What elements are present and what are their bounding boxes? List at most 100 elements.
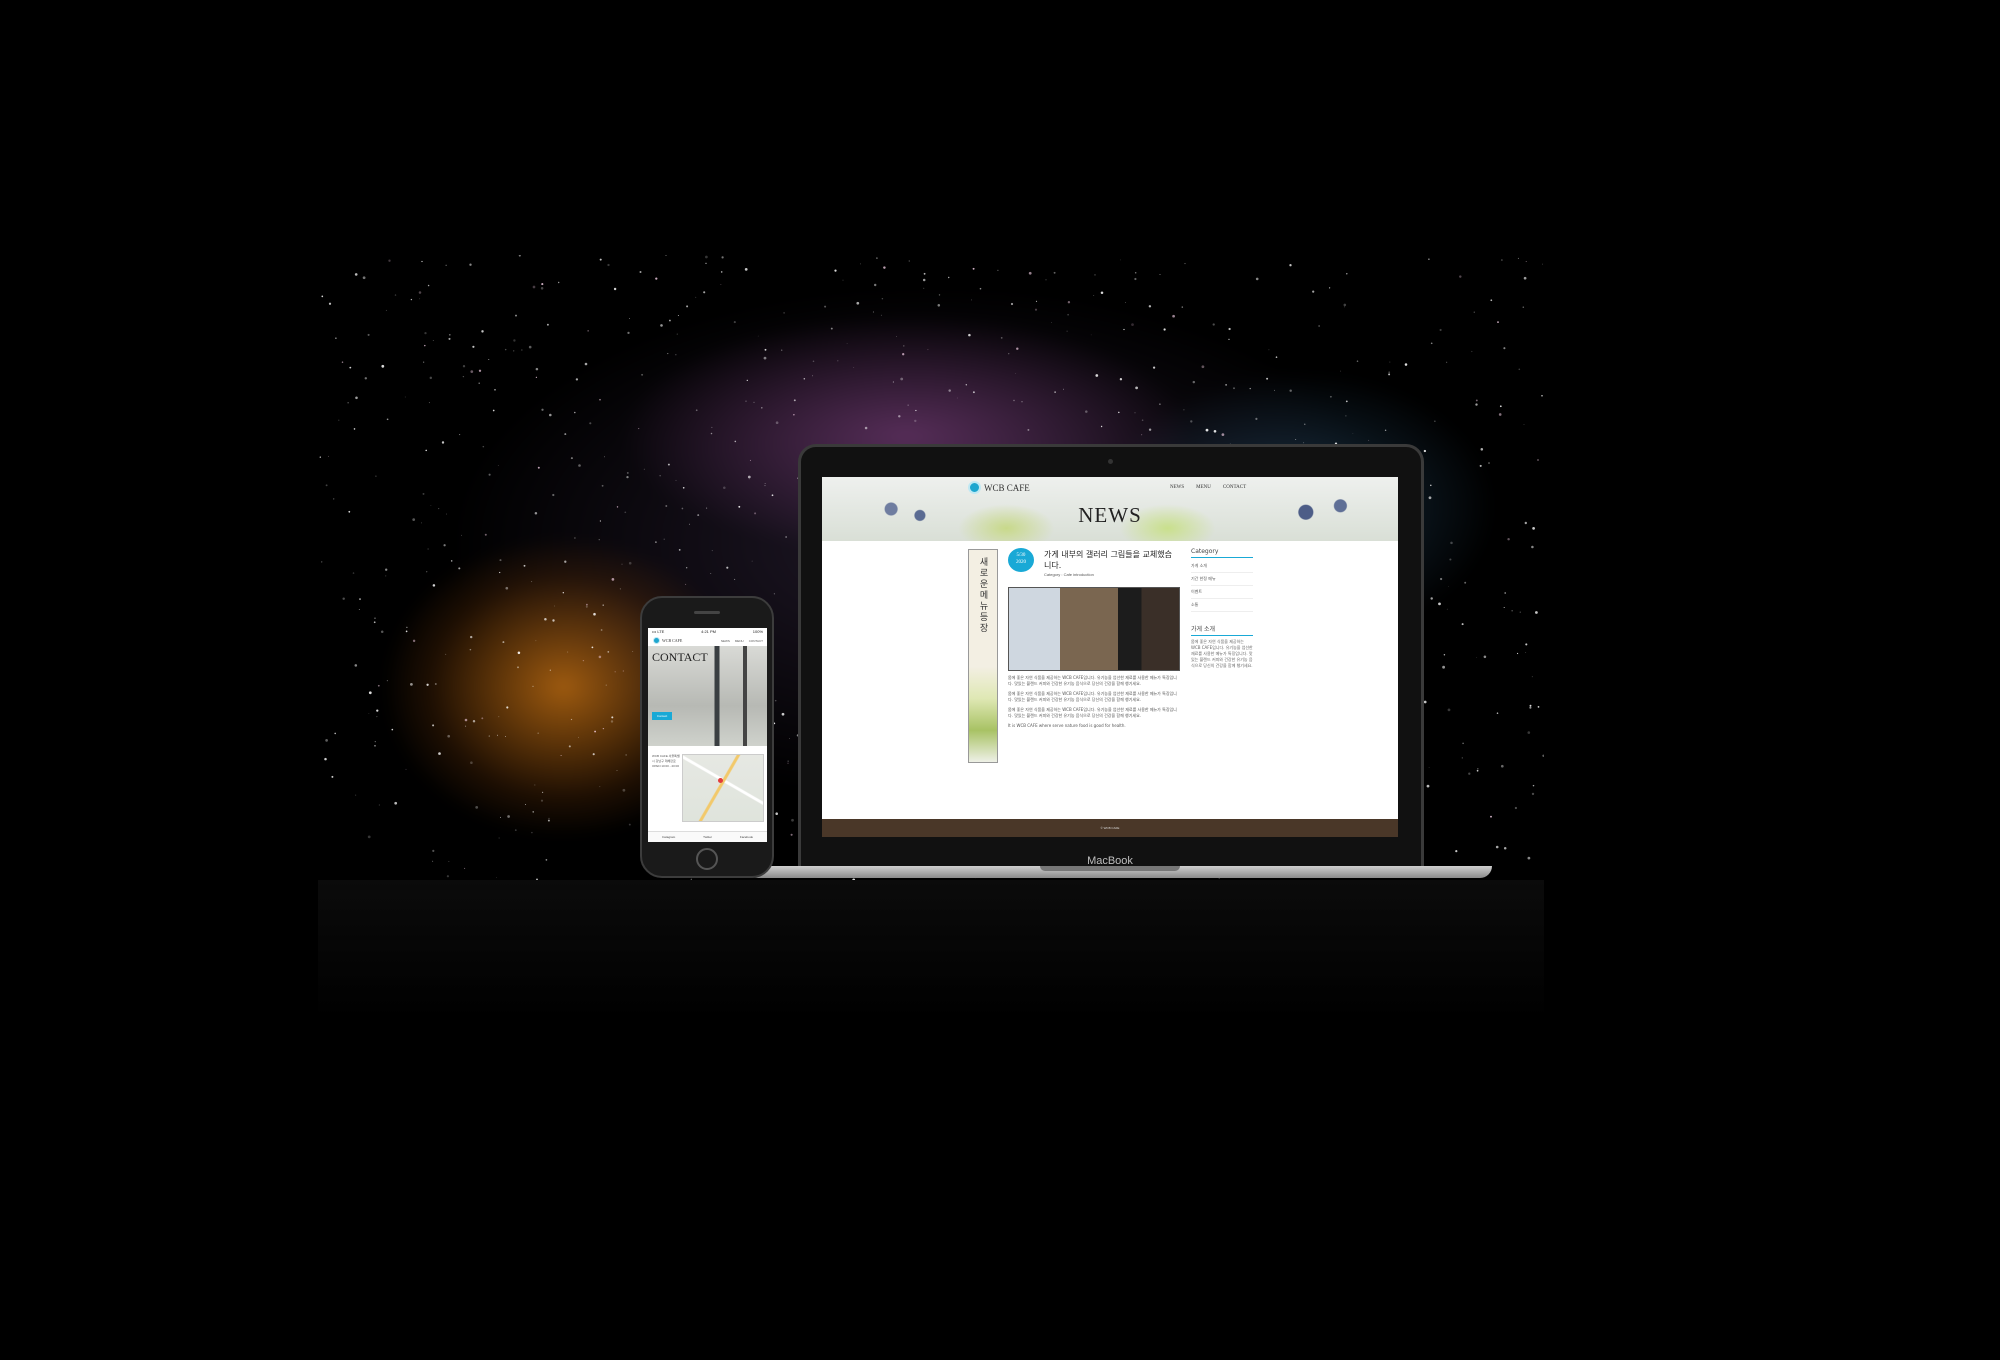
star: [783, 312, 785, 314]
nav-contact[interactable]: CONTACT: [1223, 485, 1246, 490]
link-instagram[interactable]: Instagram: [662, 835, 675, 839]
star: [619, 588, 622, 590]
site-logo[interactable]: WCB CAFE: [968, 481, 1030, 494]
star: [448, 337, 451, 340]
star: [1447, 708, 1451, 712]
phone-header: WCB CAFE NEWS MENU CONTACT: [648, 636, 767, 646]
sidebar-item-limited-menu[interactable]: 기간 한정 메뉴: [1191, 573, 1253, 586]
star: [1523, 424, 1525, 425]
star: [381, 364, 385, 368]
star: [881, 297, 884, 300]
star: [494, 388, 496, 391]
star: [1368, 439, 1370, 441]
star: [1473, 311, 1475, 313]
star: [347, 402, 349, 404]
star: [497, 465, 499, 467]
star: [1471, 350, 1473, 353]
battery-indicator: 100%: [752, 629, 763, 634]
star: [1495, 845, 1499, 849]
star: [432, 724, 435, 727]
star: [1503, 347, 1506, 350]
nav-menu[interactable]: MENU: [1196, 485, 1211, 490]
nav-news[interactable]: NEWS: [1170, 485, 1184, 490]
star: [593, 612, 596, 616]
star: [552, 493, 555, 497]
phone-nav-contact[interactable]: CONTACT: [749, 639, 763, 643]
star: [1476, 657, 1478, 659]
star: [972, 391, 975, 394]
star: [663, 538, 665, 540]
star: [532, 685, 534, 688]
star: [781, 349, 783, 351]
hero-banner: WCB CAFE NEWS MENU CONTACT NEWS: [822, 477, 1398, 541]
star: [853, 367, 855, 368]
post-body: 몸에 좋은 자연 식품을 제공하는 WCB CAFE입니다. 유기농을 엄선한 …: [1008, 675, 1178, 733]
new-menu-banner[interactable]: 새로운 메뉴 등장: [968, 549, 998, 763]
star: [834, 269, 837, 272]
star: [465, 725, 467, 727]
star: [1312, 290, 1315, 293]
star: [591, 646, 594, 649]
phone-nav-menu[interactable]: MENU: [735, 639, 744, 643]
star: [947, 276, 950, 279]
sidebar-category-title: Category: [1191, 548, 1253, 558]
phone-logo[interactable]: WCB CAFE: [653, 637, 682, 644]
star: [611, 716, 614, 719]
star: [540, 287, 544, 290]
star: [629, 318, 630, 319]
star: [570, 718, 573, 721]
star: [1428, 258, 1430, 260]
contact-button[interactable]: Contact: [652, 712, 672, 720]
location-map[interactable]: [682, 754, 764, 822]
star: [773, 593, 775, 595]
star: [355, 396, 358, 400]
star: [668, 319, 671, 322]
signal-indicator: ••• LTE: [652, 629, 665, 634]
star: [685, 583, 687, 585]
star: [445, 513, 448, 515]
link-twitter[interactable]: Twitter: [703, 835, 712, 839]
phone-nav-news[interactable]: NEWS: [721, 639, 730, 643]
star: [548, 817, 550, 820]
post-title[interactable]: 가게 내부의 갤러리 그림들을 교체했습니다.: [1044, 549, 1174, 571]
star: [549, 413, 552, 417]
star: [1434, 420, 1436, 422]
star: [922, 278, 926, 282]
star: [681, 507, 684, 510]
star: [1274, 389, 1275, 391]
star: [1212, 323, 1215, 326]
star: [438, 752, 441, 755]
star: [628, 561, 632, 565]
phone-footer-links: Instagram Twitter Facebook: [648, 831, 767, 842]
home-button[interactable]: [696, 848, 718, 870]
star: [1446, 608, 1448, 610]
star: [391, 728, 394, 731]
star: [1518, 368, 1521, 371]
ground-silhouette: [318, 880, 1544, 1020]
star: [570, 457, 573, 460]
star: [1343, 303, 1347, 307]
star: [547, 819, 550, 822]
sidebar-item-about[interactable]: 가게 소개: [1191, 560, 1253, 573]
star: [448, 861, 450, 863]
star: [1430, 484, 1432, 487]
star: [537, 466, 540, 469]
post-paragraph: 몸에 좋은 자연 식품을 제공하는 WCB CAFE입니다. 유기농을 엄선한 …: [1008, 691, 1177, 702]
link-facebook[interactable]: Facebook: [740, 835, 753, 839]
banner-text: 새로운 메뉴 등장: [979, 558, 989, 634]
sidebar-item-communication[interactable]: 소통: [1191, 599, 1253, 612]
star: [418, 291, 422, 294]
star: [578, 464, 581, 467]
star: [1345, 400, 1348, 403]
star: [354, 273, 358, 276]
star: [432, 584, 436, 587]
star: [1181, 306, 1184, 308]
star: [1496, 712, 1499, 714]
star: [1438, 602, 1441, 606]
star: [1054, 391, 1056, 393]
star: [1490, 815, 1492, 818]
star: [1488, 462, 1490, 464]
star: [733, 321, 736, 324]
sidebar-item-event[interactable]: 이벤트: [1191, 586, 1253, 599]
star: [997, 269, 999, 272]
